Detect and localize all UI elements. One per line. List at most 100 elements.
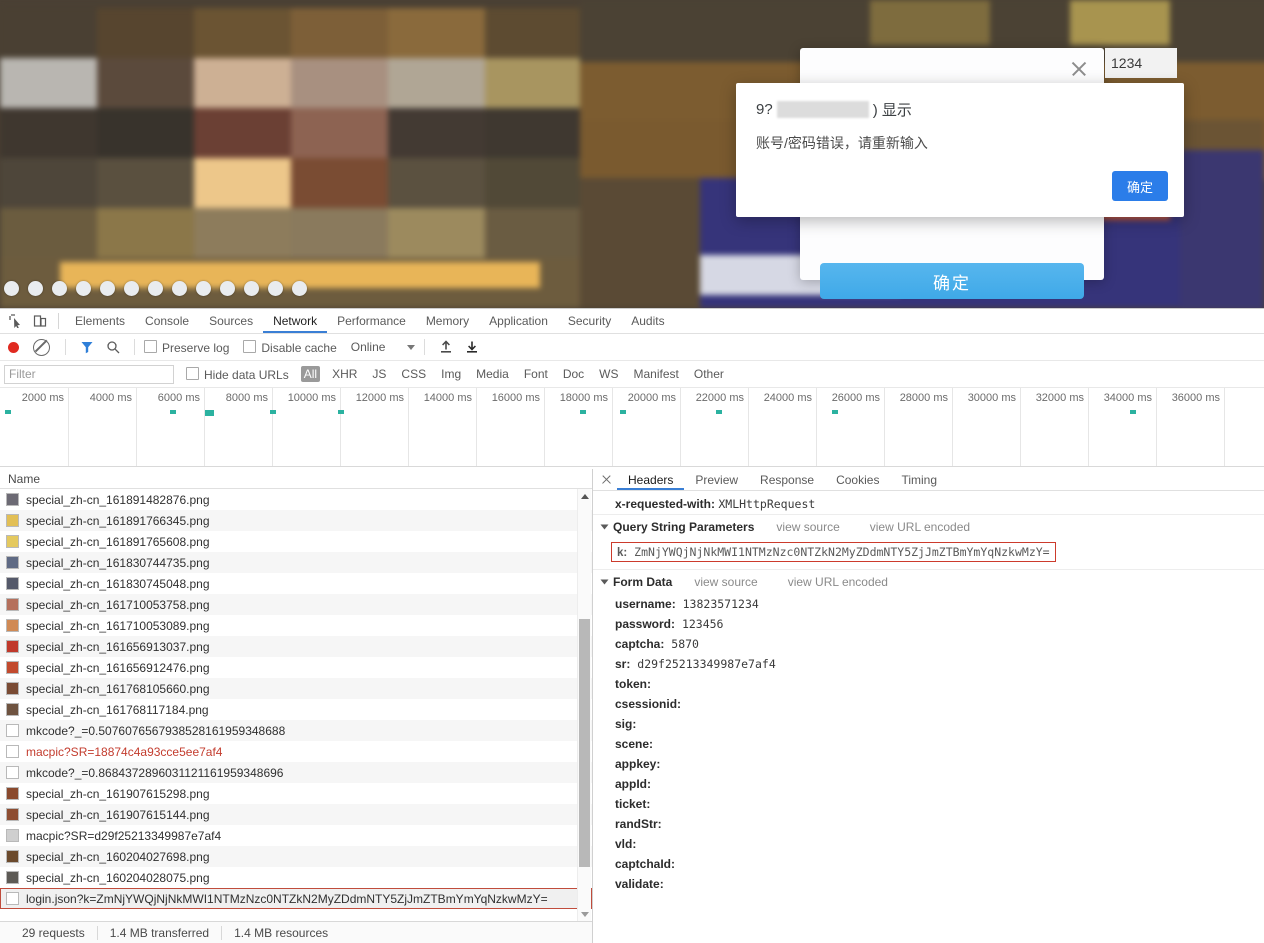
query-view-url-encoded-link[interactable]: view URL encoded — [870, 520, 970, 534]
checkbox-icon[interactable] — [186, 366, 199, 380]
alert-ok-button[interactable]: 确定 — [1112, 171, 1168, 201]
decorative-dots-row — [0, 278, 560, 300]
form-data-key: appkey: — [615, 757, 661, 771]
search-icon[interactable] — [101, 335, 125, 359]
record-button[interactable] — [8, 341, 19, 353]
request-row[interactable]: special_zh-cn_161907615298.png — [0, 783, 592, 804]
request-row[interactable]: special_zh-cn_161656912476.png — [0, 657, 592, 678]
chevron-down-icon[interactable] — [600, 579, 609, 585]
form-view-source-link[interactable]: view source — [694, 575, 757, 589]
request-row[interactable]: special_zh-cn_161830745048.png — [0, 573, 592, 594]
filter-type-all[interactable]: All — [300, 366, 321, 382]
mosaic-tile — [97, 208, 194, 258]
import-har-icon[interactable] — [434, 335, 458, 359]
throttling-select[interactable]: Online — [351, 340, 416, 354]
filter-type-font[interactable]: Font — [521, 366, 551, 382]
scrollbar-thumb[interactable] — [579, 619, 590, 867]
timeline-tick: 24000 ms — [748, 388, 817, 466]
clear-button[interactable] — [33, 338, 50, 356]
devtools-tab-performance[interactable]: Performance — [327, 309, 416, 333]
scroll-down-icon[interactable] — [578, 907, 591, 921]
filter-type-other[interactable]: Other — [691, 366, 727, 382]
filter-type-css[interactable]: CSS — [398, 366, 429, 382]
request-row[interactable]: special_zh-cn_161830744735.png — [0, 552, 592, 573]
request-row[interactable]: special_zh-cn_161891482876.png — [0, 489, 592, 510]
request-row[interactable]: login.json?k=ZmNjYWQjNjNkMWI1NTMzNzc0NTZ… — [0, 888, 592, 909]
filter-type-xhr[interactable]: XHR — [329, 366, 360, 382]
phone-number-field[interactable]: 1234 — [1105, 48, 1177, 78]
filter-type-doc[interactable]: Doc — [560, 366, 587, 382]
timeline-tick: 20000 ms — [612, 388, 681, 466]
mosaic-tile — [485, 158, 582, 208]
devtools-tab-network[interactable]: Network — [263, 309, 327, 333]
close-detail-icon[interactable] — [595, 469, 617, 491]
requests-list[interactable]: special_zh-cn_161891482876.png special_zh… — [0, 489, 592, 921]
devtools-tab-memory[interactable]: Memory — [416, 309, 479, 333]
request-row[interactable]: special_zh-cn_160204027698.png — [0, 846, 592, 867]
request-row[interactable]: special_zh-cn_161768105660.png — [0, 678, 592, 699]
devtools-tab-elements[interactable]: Elements — [65, 309, 135, 333]
filter-type-manifest[interactable]: Manifest — [631, 366, 682, 382]
detail-tab-timing[interactable]: Timing — [890, 469, 948, 490]
devtools-tab-application[interactable]: Application — [479, 309, 558, 333]
scroll-up-icon[interactable] — [578, 489, 591, 503]
detail-tab-preview[interactable]: Preview — [684, 469, 749, 490]
toolbar-divider — [424, 339, 426, 355]
mosaic-tile — [580, 178, 700, 308]
timeline-tick-label: 36000 ms — [1171, 392, 1220, 404]
request-row[interactable]: mkcode?_=0.5076076567938528161959348688 — [0, 720, 592, 741]
filter-funnel-icon[interactable] — [75, 335, 99, 359]
request-row[interactable]: special_zh-cn_161907615144.png — [0, 804, 592, 825]
chevron-down-icon[interactable] — [600, 524, 609, 530]
export-har-icon[interactable] — [460, 335, 484, 359]
filter-input[interactable]: Filter — [4, 364, 174, 384]
request-row[interactable]: special_zh-cn_161891765608.png — [0, 531, 592, 552]
detail-tab-headers[interactable]: Headers — [617, 469, 684, 490]
requests-pane: Name special_zh-cn_161891482876.png speci… — [0, 469, 593, 943]
filter-type-img[interactable]: Img — [438, 366, 464, 382]
filter-type-js[interactable]: JS — [369, 366, 389, 382]
request-row[interactable]: macpic?SR=d29f25213349987e7af4 — [0, 825, 592, 846]
site-confirm-button[interactable]: 确定 — [820, 263, 1084, 299]
request-name: special_zh-cn_161656912476.png — [26, 660, 210, 675]
detail-tab-cookies[interactable]: Cookies — [825, 469, 890, 490]
request-name: special_zh-cn_161907615298.png — [26, 786, 210, 801]
close-icon[interactable] — [1068, 58, 1090, 80]
filter-type-media[interactable]: Media — [473, 366, 512, 382]
mosaic-tile — [0, 108, 97, 158]
form-view-url-encoded-link[interactable]: view URL encoded — [788, 575, 888, 589]
devtools-tab-security[interactable]: Security — [558, 309, 621, 333]
requests-column-header[interactable]: Name — [0, 469, 592, 489]
network-overview-timeline[interactable]: 2000 ms 4000 ms 6000 ms 8000 ms 10000 ms 1200… — [0, 388, 1264, 467]
request-row[interactable]: special_zh-cn_161710053089.png — [0, 615, 592, 636]
mosaic-tile — [485, 58, 582, 108]
throttling-value: Online — [350, 340, 386, 354]
request-row[interactable]: macpic?SR=18874c4a93cce5ee7af4 — [0, 741, 592, 762]
filter-type-ws[interactable]: WS — [596, 366, 621, 382]
devtools-tab-sources[interactable]: Sources — [199, 309, 263, 333]
preserve-log-toggle[interactable]: Preserve log — [144, 339, 229, 355]
request-name: special_zh-cn_161830744735.png — [26, 555, 210, 570]
inspect-element-icon[interactable] — [4, 309, 28, 333]
query-view-source-link[interactable]: view source — [776, 520, 839, 534]
request-row[interactable]: special_zh-cn_161656913037.png — [0, 636, 592, 657]
devtools-tab-audits[interactable]: Audits — [621, 309, 674, 333]
request-row[interactable]: mkcode?_=0.8684372896031121161959348696 — [0, 762, 592, 783]
checkbox-icon[interactable] — [243, 339, 257, 353]
request-row[interactable]: special_zh-cn_160204028075.png — [0, 867, 592, 888]
timeline-event-marker — [170, 410, 176, 414]
form-data-section-header: Form Data view source view URL encoded — [593, 569, 1264, 594]
devtools-tab-console[interactable]: Console — [135, 309, 199, 333]
requests-scrollbar[interactable] — [577, 489, 591, 921]
detail-tab-response[interactable]: Response — [749, 469, 825, 490]
device-toolbar-icon[interactable] — [28, 309, 52, 333]
request-row[interactable]: special_zh-cn_161768117184.png — [0, 699, 592, 720]
checkbox-icon[interactable] — [144, 339, 157, 353]
devtools-panel: Elements Console Sources Network Performance… — [0, 308, 1264, 943]
request-row[interactable]: special_zh-cn_161710053758.png — [0, 594, 592, 615]
hide-data-urls-toggle[interactable]: Hide data URLs — [186, 366, 289, 382]
disable-cache-toggle[interactable]: Disable cache — [243, 339, 337, 355]
toolbar-divider — [58, 313, 59, 329]
form-data-row: appkey: — [593, 754, 1264, 774]
request-row[interactable]: special_zh-cn_161891766345.png — [0, 510, 592, 531]
